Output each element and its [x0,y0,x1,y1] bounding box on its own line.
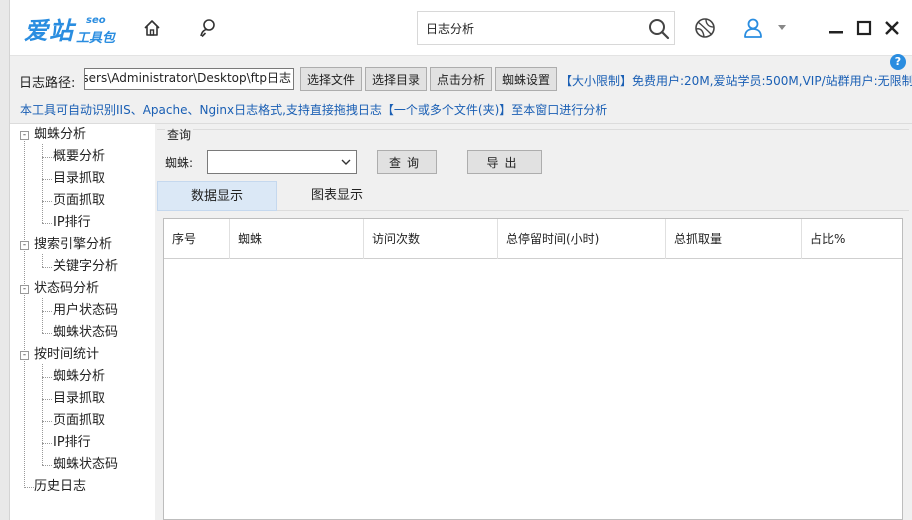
size-limit-text: 【大小限制】免费用户:20M,爱站学员:500M,VIP/站群用户:无限制 [560,74,912,88]
main-panel: 查询 蜘蛛: 查询 导出 数据显示 图表显示 序号 蜘蛛 访问次数 总停留时间(… [155,124,912,520]
search-user-icon[interactable] [196,16,220,40]
tree-item-time-ip-rank[interactable]: IP排行 [53,434,91,452]
help-icon[interactable]: ? [890,54,906,70]
tree-item-time-spider-status[interactable]: 蜘蛛状态码 [53,456,118,474]
data-table: 序号 蜘蛛 访问次数 总停留时间(小时) 总抓取量 占比% [163,218,903,520]
tree-toggle-spider[interactable]: - [20,131,29,140]
table-header: 序号 蜘蛛 访问次数 总停留时间(小时) 总抓取量 占比% [164,219,902,259]
close-icon[interactable] [880,16,904,40]
tree-item-spider-status[interactable]: 蜘蛛状态码 [53,324,118,342]
path-bar: 日志路径: C:\Users\Administrator\Desktop\ftp… [10,54,912,124]
home-icon[interactable] [140,16,164,40]
tab-chart-display[interactable]: 图表显示 [277,181,397,211]
sidebar-tree: - 蜘蛛分析 概要分析 目录抓取 页面抓取 IP排行 - 搜索引擎分析 关键字分… [10,124,155,520]
logo-seo-text: seo [86,15,106,26]
search-input[interactable] [418,12,628,44]
tree-item-page-crawl[interactable]: 页面抓取 [53,192,105,210]
spider-settings-button[interactable]: 蜘蛛设置 [495,67,558,91]
tree-group-search-engine[interactable]: 搜索引擎分析 [34,236,112,254]
spider-label: 蜘蛛: [165,156,194,170]
col-total-stay[interactable]: 总停留时间(小时) [498,219,666,259]
tree-toggle-status-code[interactable]: - [20,285,29,294]
path-input[interactable]: C:\Users\Administrator\Desktop\ftp日志 [84,68,294,90]
tree-group-spider-analysis[interactable]: 蜘蛛分析 [34,126,86,144]
query-button[interactable]: 查询 [377,150,437,174]
chevron-down-icon[interactable] [775,16,789,40]
col-index[interactable]: 序号 [164,219,230,259]
tree-toggle-by-time[interactable]: - [20,351,29,360]
export-button[interactable]: 导出 [467,150,542,174]
tree-toggle-search-engine[interactable]: - [20,241,29,250]
app-logo: 爱站 seo 工具包 [24,10,115,46]
window-edge [0,0,10,520]
logo-tool-text: 工具包 [76,31,116,46]
user-icon[interactable] [741,16,765,40]
tree-item-time-spider[interactable]: 蜘蛛分析 [53,368,105,386]
basketball-icon[interactable] [693,16,717,40]
col-spider[interactable]: 蜘蛛 [230,219,364,259]
select-dir-button[interactable]: 选择目录 [365,67,428,91]
tree-item-user-status[interactable]: 用户状态码 [53,302,118,320]
select-file-button[interactable]: 选择文件 [300,67,363,91]
title-bar: 爱站 seo 工具包 [10,0,912,56]
tree-group-status-code[interactable]: 状态码分析 [34,280,99,298]
col-percent[interactable]: 占比% [802,219,902,259]
tree-item-time-dir-crawl[interactable]: 目录抓取 [53,390,105,408]
tree-item-time-page-crawl[interactable]: 页面抓取 [53,412,105,430]
query-legend: 查询 [165,126,194,143]
col-total-crawl[interactable]: 总抓取量 [666,219,802,259]
minimize-icon[interactable] [824,16,848,40]
query-group: 查询 蜘蛛: 查询 导出 [157,126,909,175]
tree-item-history[interactable]: 历史日志 [34,478,86,496]
analyze-button[interactable]: 点击分析 [430,67,493,91]
tree-item-overview[interactable]: 概要分析 [53,148,105,166]
tree-item-dir-crawl[interactable]: 目录抓取 [53,170,105,188]
tab-data-display[interactable]: 数据显示 [157,181,277,211]
chevron-down-icon [340,156,352,171]
tree-item-ip-rank[interactable]: IP排行 [53,214,91,232]
view-tabs: 数据显示 图表显示 [157,181,909,211]
tree-group-by-time[interactable]: 按时间统计 [34,346,99,364]
path-label: 日志路径: [19,76,76,91]
maximize-icon[interactable] [852,16,876,40]
search-box[interactable] [417,11,675,45]
search-icon[interactable] [646,16,672,42]
tree-item-keyword[interactable]: 关键字分析 [53,258,118,276]
logo-main-text: 爱站 [24,17,74,45]
col-visits[interactable]: 访问次数 [364,219,498,259]
spider-select[interactable] [207,150,357,174]
format-note-text: 本工具可自动识别IIS、Apache、Nginx日志格式,支持直接拖拽日志【一个… [20,103,608,117]
